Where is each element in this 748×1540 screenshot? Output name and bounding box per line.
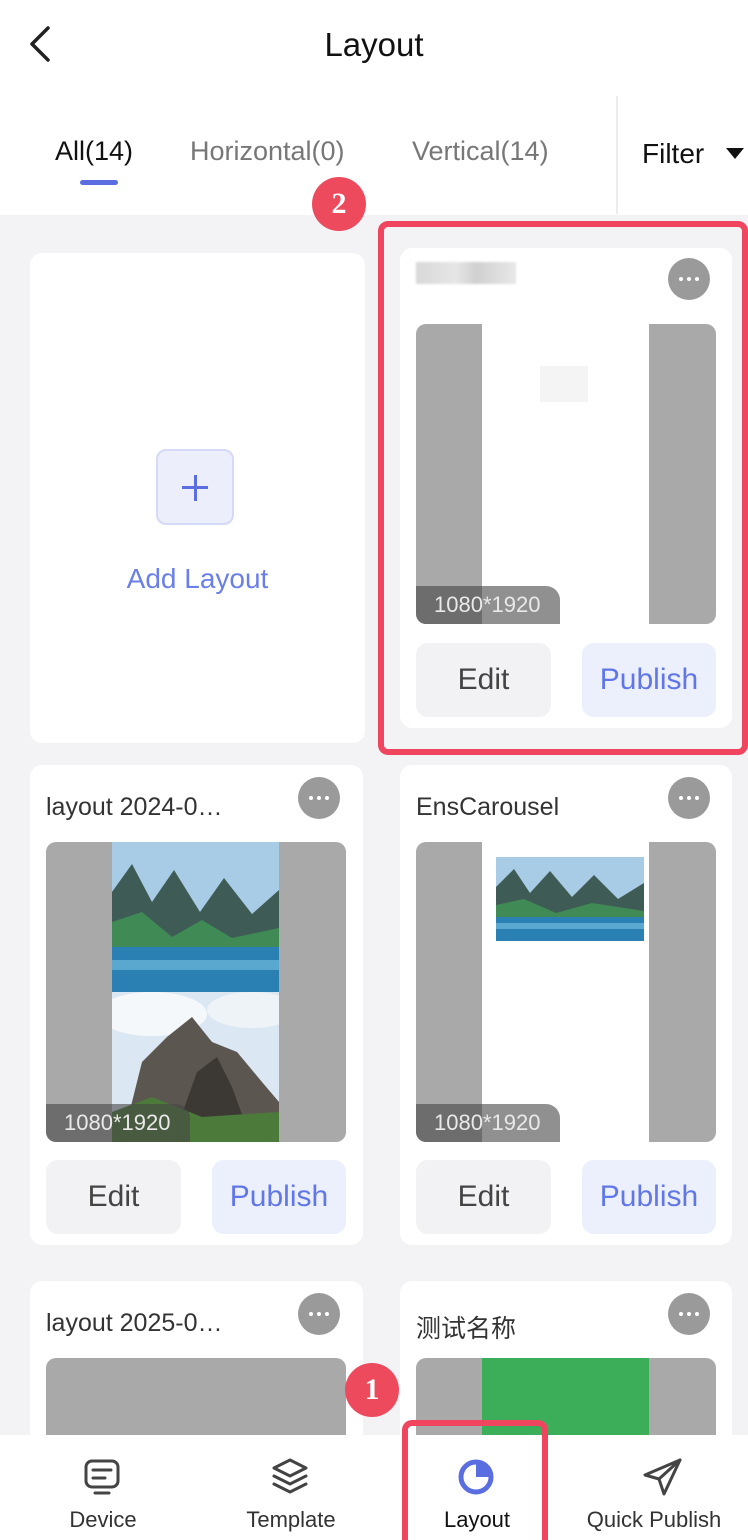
more-options-icon[interactable] bbox=[298, 777, 340, 819]
layout-title: EnsCarousel bbox=[416, 793, 560, 821]
publish-button[interactable]: Publish bbox=[212, 1160, 346, 1234]
highlight-box-layout-nav bbox=[402, 1420, 548, 1540]
step-badge-2: 2 bbox=[312, 177, 366, 231]
nav-label: Template bbox=[246, 1507, 336, 1532]
nav-item-template[interactable]: Template bbox=[188, 1435, 394, 1540]
layout-preview[interactable] bbox=[46, 1358, 346, 1435]
layout-card[interactable]: layout 2025-0… bbox=[30, 1281, 363, 1435]
layout-preview[interactable]: 1080*1920 bbox=[416, 842, 716, 1142]
plus-icon bbox=[156, 449, 234, 525]
add-layout-label: Add Layout bbox=[126, 563, 269, 594]
layout-preview[interactable]: 1080*1920 bbox=[46, 842, 346, 1142]
nav-item-device[interactable]: Device bbox=[0, 1435, 206, 1540]
header: Layout All(14) Horizontal(0) Vertical(14… bbox=[0, 0, 748, 215]
nav-label: Quick Publish bbox=[586, 1507, 722, 1532]
publish-button[interactable]: Publish bbox=[582, 1160, 716, 1234]
device-icon bbox=[84, 1459, 120, 1495]
tab-all[interactable]: All(14) bbox=[55, 136, 133, 167]
layout-card[interactable]: EnsCarousel 1080*1920 Edit Publish bbox=[400, 765, 732, 1245]
filter-label: Filter bbox=[642, 138, 705, 169]
bottom-navigation: Device Template Layout Quick Publish bbox=[0, 1435, 748, 1540]
layers-icon bbox=[272, 1458, 308, 1494]
tab-vertical[interactable]: Vertical(14) bbox=[412, 136, 549, 167]
tab-horizontal[interactable]: Horizontal(0) bbox=[190, 136, 345, 167]
active-tab-indicator bbox=[80, 180, 118, 185]
layout-card[interactable]: 测试名称 bbox=[400, 1281, 732, 1435]
landscape-image bbox=[112, 842, 279, 1142]
layout-grid: Add Layout 1080*1920 Edit Publish layout… bbox=[0, 215, 748, 1435]
edit-button[interactable]: Edit bbox=[46, 1160, 181, 1234]
nav-item-quick-publish[interactable]: Quick Publish bbox=[560, 1435, 748, 1540]
layout-title: layout 2025-0… bbox=[46, 1309, 223, 1337]
layout-card[interactable]: layout 2024-0… 1080*1920 Edit Publish bbox=[30, 765, 363, 1245]
layout-title: layout 2024-0… bbox=[46, 793, 223, 821]
more-options-icon[interactable] bbox=[298, 1293, 340, 1335]
add-layout-card[interactable]: Add Layout bbox=[30, 253, 365, 743]
step-badge-1: 1 bbox=[345, 1363, 399, 1417]
more-options-icon[interactable] bbox=[668, 1293, 710, 1335]
resolution-label: 1080*1920 bbox=[46, 1104, 191, 1142]
landscape-image bbox=[496, 857, 644, 941]
more-options-icon[interactable] bbox=[668, 777, 710, 819]
page-title: Layout bbox=[324, 26, 424, 63]
edit-button[interactable]: Edit bbox=[416, 1160, 551, 1234]
caret-down-icon bbox=[726, 148, 744, 159]
highlight-box-layout-card bbox=[378, 221, 748, 755]
paper-plane-icon bbox=[643, 1458, 682, 1496]
layout-title: 测试名称 bbox=[416, 1315, 517, 1343]
filter-dropdown[interactable]: Filter bbox=[616, 96, 748, 214]
nav-label: Device bbox=[69, 1507, 137, 1532]
resolution-label: 1080*1920 bbox=[416, 1104, 561, 1142]
